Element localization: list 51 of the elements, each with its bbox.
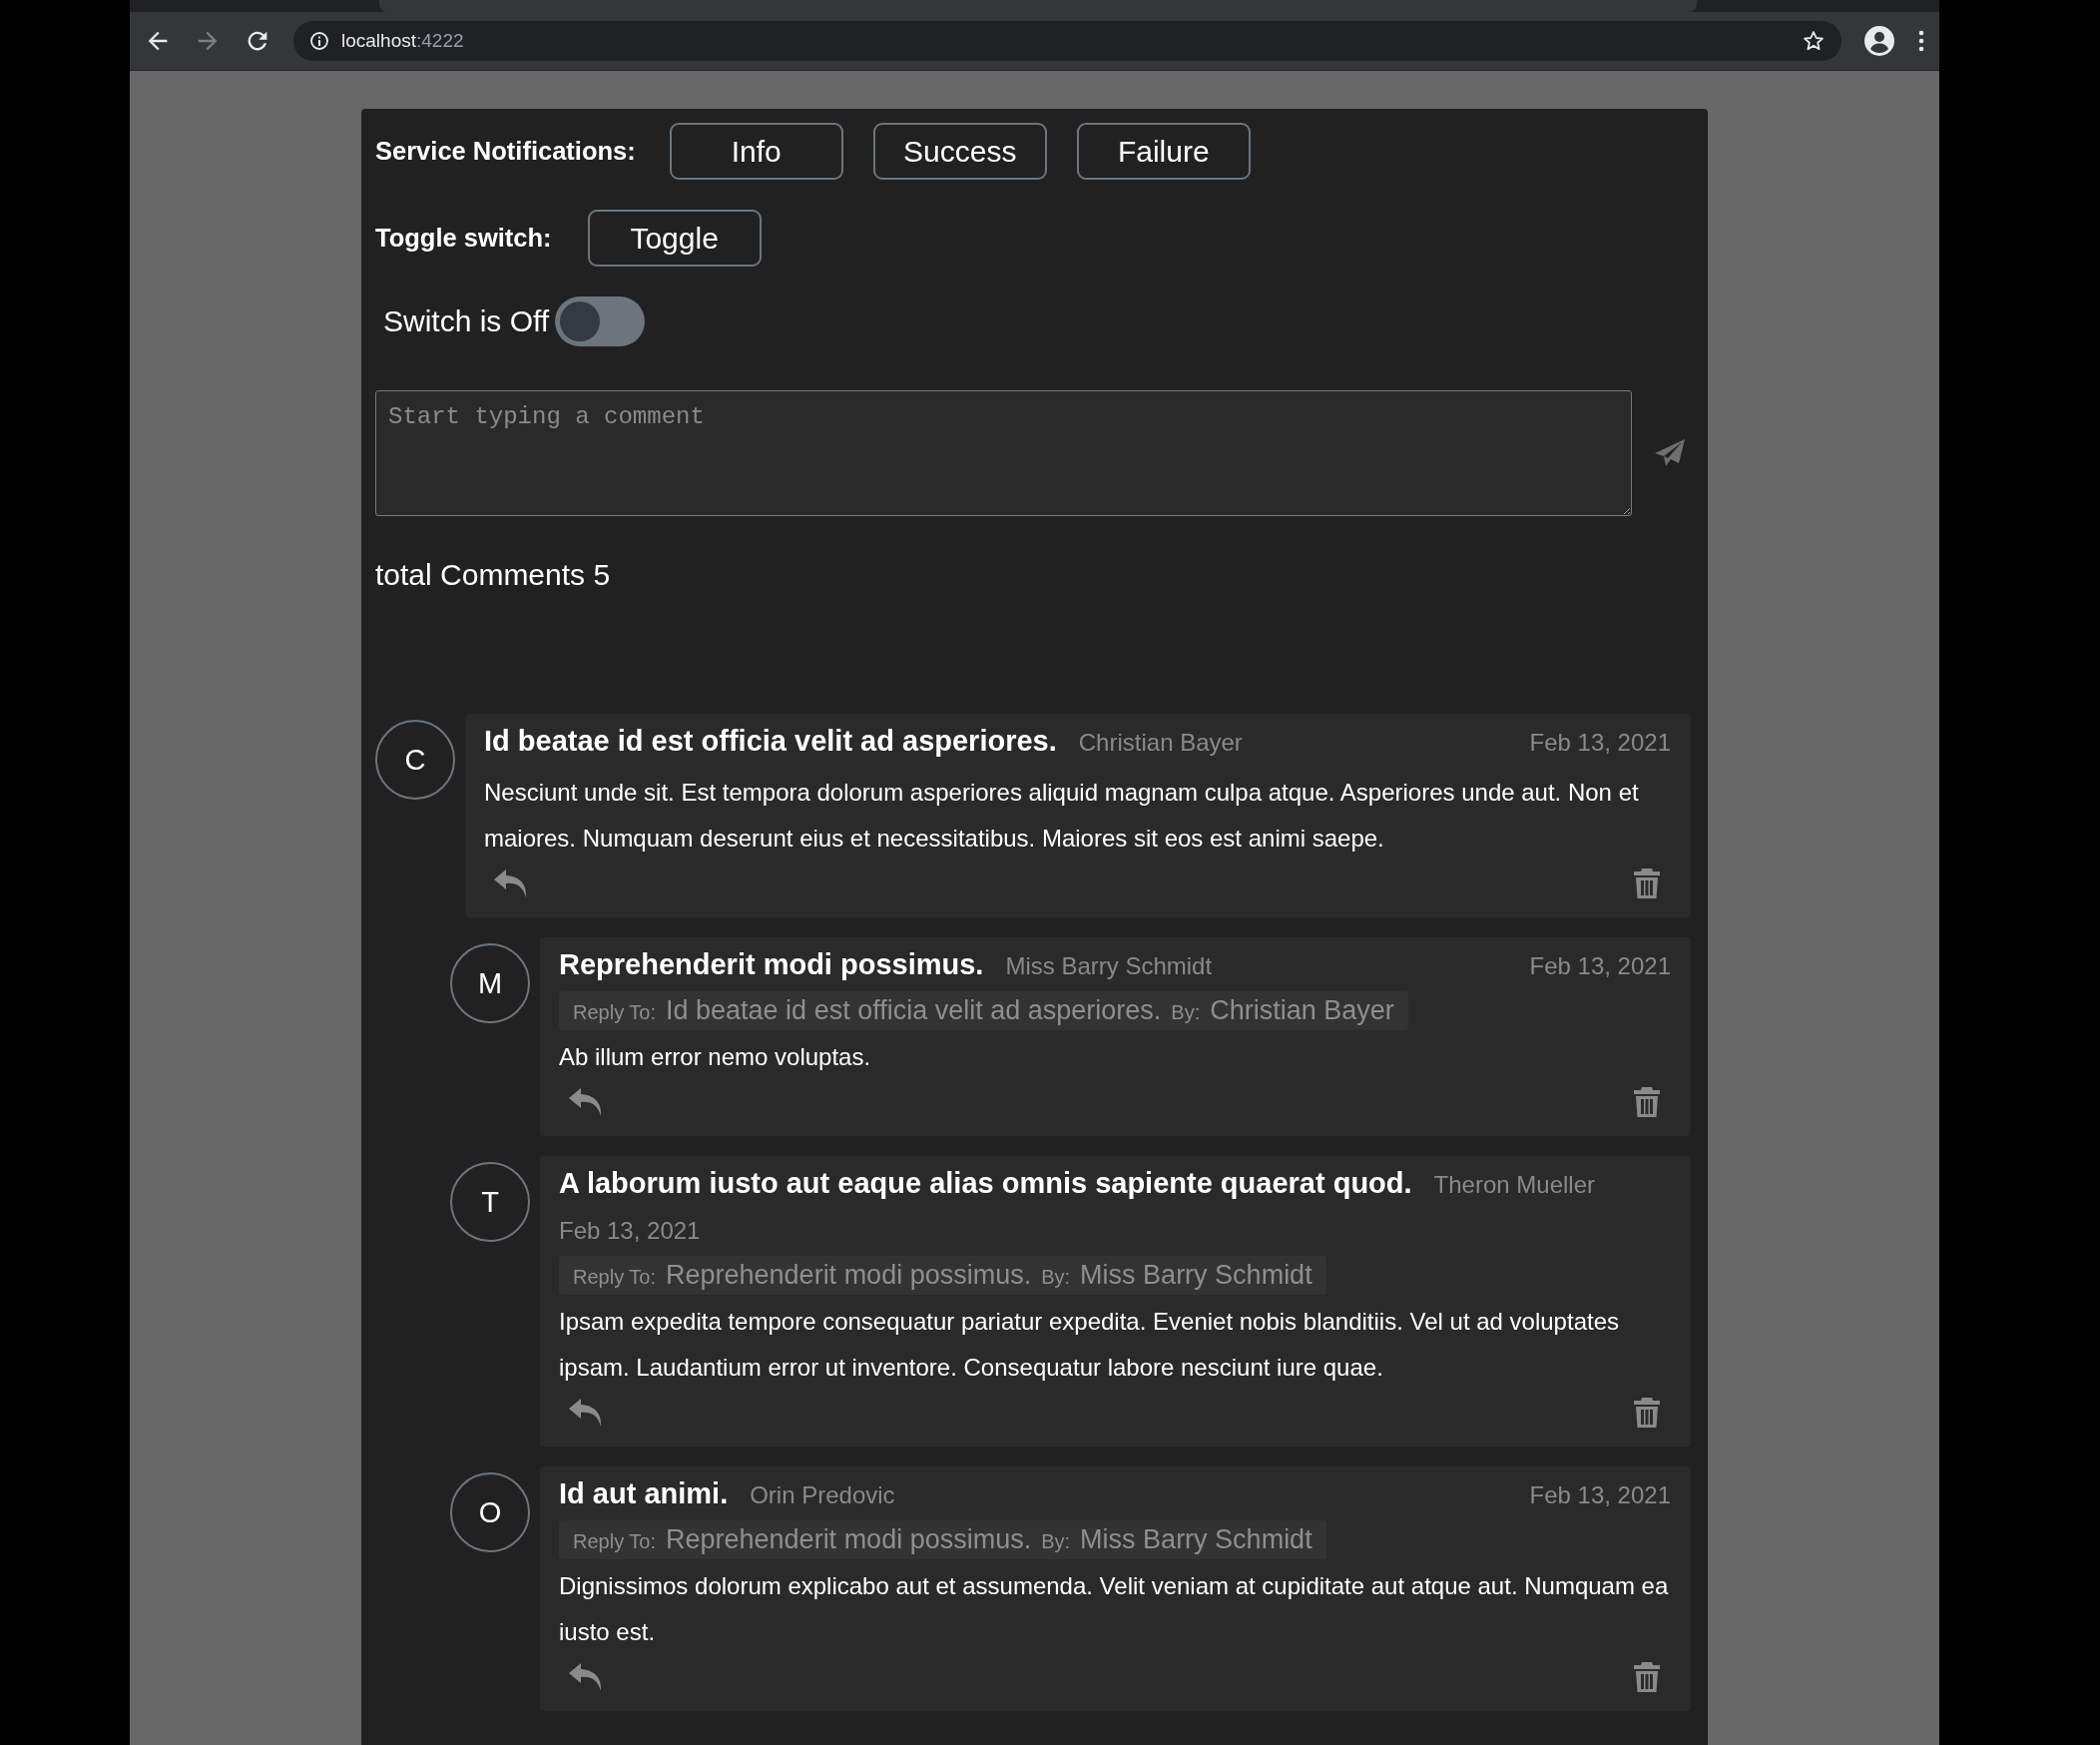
by-label: By: <box>1041 1266 1071 1289</box>
comment-title: A laborum iusto aut eaque alias omnis sapiente quaerat quod. <box>559 1166 1412 1201</box>
comment-body: Ipsam expedita tempore consequatur pariatur expedita. Eveniet nobis blanditiis. Vel ut ad voluptates ipsam. Laudantium error ut inventore. Consequatur labore nesciunt iure quae. <box>559 1307 1620 1383</box>
reply-to-author: Miss Barry Schmidt <box>1080 1260 1312 1291</box>
user-avatar: T <box>450 1162 530 1242</box>
info-icon[interactable] <box>309 31 329 51</box>
user-avatar: M <box>450 943 530 1023</box>
profile-icon[interactable] <box>1863 25 1895 57</box>
trash-icon[interactable] <box>1633 1086 1661 1118</box>
toggle-switch-label: Toggle switch: <box>375 224 552 253</box>
reply-to-label: Reply To: <box>573 1530 656 1553</box>
user-avatar: O <box>450 1472 530 1552</box>
switch-status-text: Switch is Off <box>383 304 550 338</box>
comment-date: Feb 13, 2021 <box>559 1216 701 1246</box>
total-comments-text: total Comments 5 <box>375 558 612 592</box>
trash-icon[interactable] <box>1633 1397 1661 1429</box>
comment-body: Dignissimos dolorum explicabo aut et assumenda. Velit veniam at cupiditate aut atque aut. Numquam ea iusto est. <box>559 1571 1670 1647</box>
comment-title: Id aut animi. <box>559 1476 729 1511</box>
toggle-button[interactable]: Toggle <box>587 210 762 267</box>
comment-body: Nesciunt unde sit. Est tempora dolorum asperiores aliquid magnam culpa atque. Asperiores unde aut. Non et maiores. Numquam deserunt eius et necessitatibus. Maiores sit eos est animi saepe. <box>484 778 1640 854</box>
notification-button[interactable]: Success <box>872 123 1047 180</box>
notification-button[interactable]: Info <box>669 123 843 180</box>
comment-date: Feb 13, 2021 <box>1529 728 1671 758</box>
star-icon[interactable] <box>1802 29 1826 53</box>
comment-author: Orin Predovic <box>750 1480 895 1510</box>
by-label: By: <box>1041 1530 1071 1553</box>
reply-to-label: Reply To: <box>573 1001 656 1024</box>
reply-to-title: Reprehenderit modi possimus. <box>666 1260 1032 1291</box>
reply-to-title: Reprehenderit modi possimus. <box>666 1524 1032 1555</box>
menu-icon[interactable] <box>1917 29 1925 53</box>
trash-icon[interactable] <box>1633 1661 1661 1693</box>
user-avatar: C <box>375 720 455 800</box>
comment-title: Id beatae id est officia velit ad asperiores. <box>484 724 1057 759</box>
comment-date: Feb 13, 2021 <box>1529 951 1671 981</box>
comment-author: Theron Mueller <box>1433 1170 1595 1200</box>
comment-author: Christian Bayer <box>1078 728 1243 758</box>
trash-icon[interactable] <box>1633 868 1661 899</box>
comment-input[interactable]: Start typing a comment <box>375 390 1632 516</box>
comment-title: Reprehenderit modi possimus. <box>559 947 984 982</box>
reply-to-title: Id beatae id est officia velit ad asperiores. <box>666 995 1162 1026</box>
by-label: By: <box>1171 1001 1201 1024</box>
notification-button[interactable]: Failure <box>1076 123 1251 180</box>
reply-to-author: Miss Barry Schmidt <box>1080 1524 1312 1555</box>
reply-to-author: Christian Bayer <box>1210 995 1394 1026</box>
comment-body: Ab illum error nemo voluptas. <box>559 1042 872 1072</box>
send-icon[interactable] <box>1654 438 1686 468</box>
toggle-switch[interactable] <box>555 296 646 346</box>
comment-author: Miss Barry Schmidt <box>1005 951 1213 981</box>
service-notifications-label: Service Notifications: <box>375 137 636 166</box>
reply-to-label: Reply To: <box>573 1266 656 1289</box>
comment-date: Feb 13, 2021 <box>1529 1480 1671 1510</box>
